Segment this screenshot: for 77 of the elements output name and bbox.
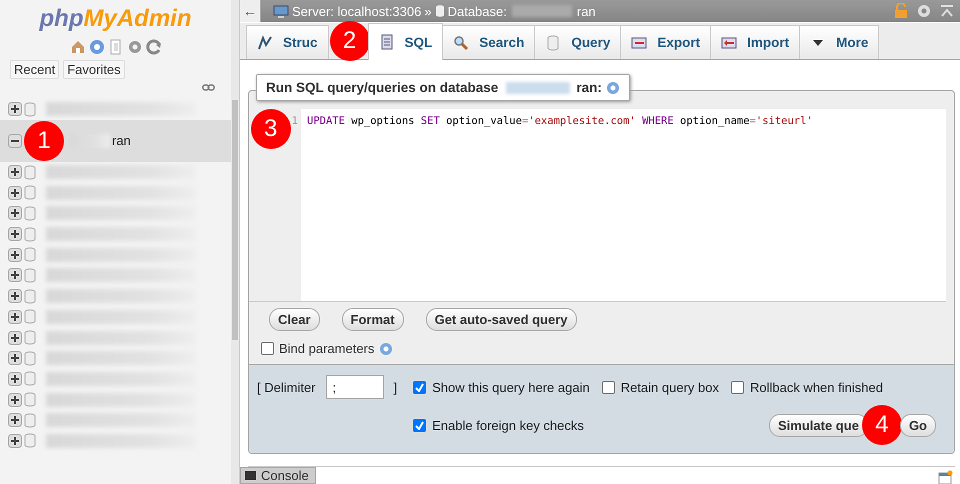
expand-icon[interactable] <box>8 248 22 262</box>
help-icon[interactable] <box>606 80 620 94</box>
server-icon <box>273 4 289 18</box>
expand-icon[interactable] <box>8 165 22 180</box>
settings-icon[interactable] <box>916 3 932 19</box>
database-name[interactable]: ran <box>112 133 131 148</box>
checkbox-label: Rollback when finished <box>750 380 883 394</box>
sidebar-button[interactable]: Favorites <box>63 60 125 79</box>
help-icon[interactable] <box>88 39 104 55</box>
panel-title-text: ran: <box>576 80 602 95</box>
expand-icon[interactable] <box>8 227 22 242</box>
document-icon[interactable] <box>108 39 124 55</box>
step-marker: 2 <box>330 21 370 61</box>
action-button[interactable]: Clear <box>269 308 320 331</box>
tab[interactable]: Import <box>710 25 800 59</box>
tab[interactable]: Query <box>534 25 622 59</box>
checkbox[interactable] <box>413 380 426 394</box>
expand-icon[interactable] <box>8 186 22 200</box>
scrollbar-thumb[interactable] <box>232 100 238 340</box>
collapse-icon[interactable] <box>8 134 22 148</box>
checkbox[interactable] <box>413 418 426 432</box>
expand-icon[interactable] <box>8 289 22 304</box>
checkbox[interactable] <box>261 342 274 355</box>
database-icon <box>434 4 445 18</box>
step-marker: 4 <box>862 405 902 445</box>
tab[interactable]: Export <box>620 25 712 59</box>
window-icon[interactable] <box>938 470 953 484</box>
expand-icon[interactable] <box>8 102 22 116</box>
expand-icon[interactable] <box>8 330 22 345</box>
link-icon[interactable] <box>202 84 215 91</box>
phpmyadmin-logo[interactable]: phpMyAdmin <box>0 5 231 33</box>
sidebar-button[interactable]: Recent <box>10 60 60 79</box>
home-icon[interactable] <box>70 39 86 55</box>
reload-icon[interactable] <box>146 39 162 55</box>
field-label: [ Delimiter <box>257 380 316 394</box>
monitor-icon <box>631 34 648 50</box>
tab[interactable]: SQL <box>368 23 444 60</box>
expand-icon[interactable] <box>8 372 22 386</box>
panel-title-text: Run SQL query/queries on database <box>266 80 498 95</box>
database-icon <box>545 34 562 50</box>
expand-icon[interactable] <box>8 310 22 324</box>
expand-icon[interactable] <box>8 268 22 282</box>
document-icon <box>378 34 395 50</box>
step-marker: 3 <box>250 109 291 149</box>
line-number: 1 <box>292 114 299 127</box>
blurred-text <box>506 82 570 94</box>
tab[interactable]: More <box>799 25 880 59</box>
expand-icon[interactable] <box>8 206 22 220</box>
checkbox-label: Enable foreign key checks <box>432 418 584 432</box>
breadcrumb-separator: » <box>424 4 432 18</box>
monitor-icon <box>721 34 738 50</box>
action-button[interactable]: Get auto-saved query <box>426 308 577 331</box>
expand-icon[interactable] <box>8 392 22 407</box>
tab[interactable]: Struc <box>246 25 329 59</box>
back-button[interactable]: ← <box>240 0 261 22</box>
blurred-text <box>512 5 572 17</box>
checkbox-label: Retain query box <box>620 380 719 394</box>
tab[interactable]: Search <box>442 25 536 59</box>
terminal-icon <box>245 471 256 480</box>
bracket-text: ] <box>394 380 398 394</box>
checkbox[interactable] <box>730 380 744 394</box>
search-icon <box>453 34 470 50</box>
console-tab[interactable]: Console <box>240 467 316 484</box>
expand-icon[interactable] <box>8 351 22 366</box>
chart-icon <box>257 34 273 50</box>
help-icon[interactable] <box>379 342 394 356</box>
lock-icon[interactable] <box>894 3 908 19</box>
action-button[interactable]: Go <box>900 414 936 436</box>
action-button[interactable]: Format <box>342 308 404 331</box>
checkbox-label: Bind parameters <box>279 341 374 356</box>
delimiter-field[interactable]: ; <box>326 375 384 399</box>
step-marker: 1 <box>24 120 64 161</box>
expand-icon[interactable] <box>8 413 22 428</box>
checkbox-label: Show this query here again <box>432 380 590 394</box>
expand-icon[interactable] <box>8 434 22 448</box>
checkbox[interactable] <box>602 380 615 394</box>
settings-icon[interactable] <box>126 39 142 55</box>
